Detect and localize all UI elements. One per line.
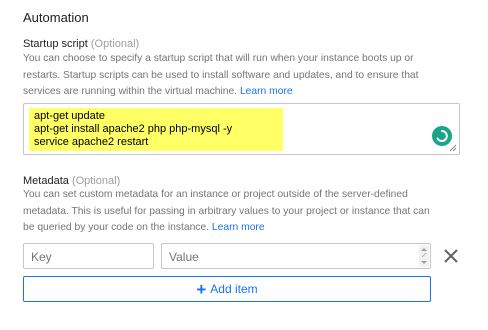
startup-script-learn-more-link[interactable]: Learn more (240, 86, 293, 97)
metadata-value-input[interactable]: Value (161, 243, 431, 269)
plus-icon: + (196, 279, 207, 299)
metadata-key-placeholder: Key (31, 250, 52, 264)
startup-script-textarea[interactable]: apt-get update apt-get install apache2 p… (23, 103, 460, 155)
metadata-label: Metadata (Optional) (23, 175, 120, 187)
remove-item-close-icon[interactable] (442, 247, 460, 265)
startup-script-help-line: services are running within the virtual … (23, 84, 473, 101)
spinner-icon (432, 126, 452, 146)
metadata-help-line: You can set custom metadata for an insta… (23, 189, 408, 200)
startup-script-highlight: apt-get update apt-get install apache2 p… (29, 108, 283, 151)
startup-script-help-line: You can choose to specify a startup scri… (23, 53, 414, 64)
startup-script-help-line: restarts. Startup scripts can be used to… (23, 69, 419, 81)
startup-script-label-text: Startup script (23, 38, 88, 50)
metadata-help: You can set custom metadata for an insta… (23, 187, 473, 237)
startup-script-optional: (Optional) (90, 38, 140, 50)
metadata-learn-more-link[interactable]: Learn more (212, 222, 265, 233)
script-line: apt-get update (34, 110, 105, 122)
value-scroll-arrows-icon[interactable] (419, 245, 429, 267)
metadata-help-text: be queried by your code on the instance. (23, 222, 210, 233)
section-title: Automation (23, 10, 89, 25)
add-item-button[interactable]: + Add item (23, 276, 431, 302)
metadata-key-input[interactable]: Key (23, 243, 154, 269)
add-item-label: Add item (210, 282, 258, 296)
metadata-optional: (Optional) (71, 175, 121, 187)
script-line: apt-get install apache2 php php-mysql -y (34, 123, 233, 135)
startup-script-label: Startup script (Optional) (23, 38, 139, 50)
startup-script-help-text: services are running within the virtual … (23, 86, 238, 97)
metadata-help-line: metadata. This is useful for passing in … (23, 205, 430, 217)
metadata-label-text: Metadata (23, 175, 69, 187)
resize-handle-icon[interactable] (449, 144, 457, 152)
script-line: service apache2 restart (34, 136, 149, 148)
metadata-help-line: be queried by your code on the instance.… (23, 220, 473, 237)
startup-script-help: You can choose to specify a startup scri… (23, 51, 473, 101)
metadata-value-placeholder: Value (169, 250, 199, 264)
